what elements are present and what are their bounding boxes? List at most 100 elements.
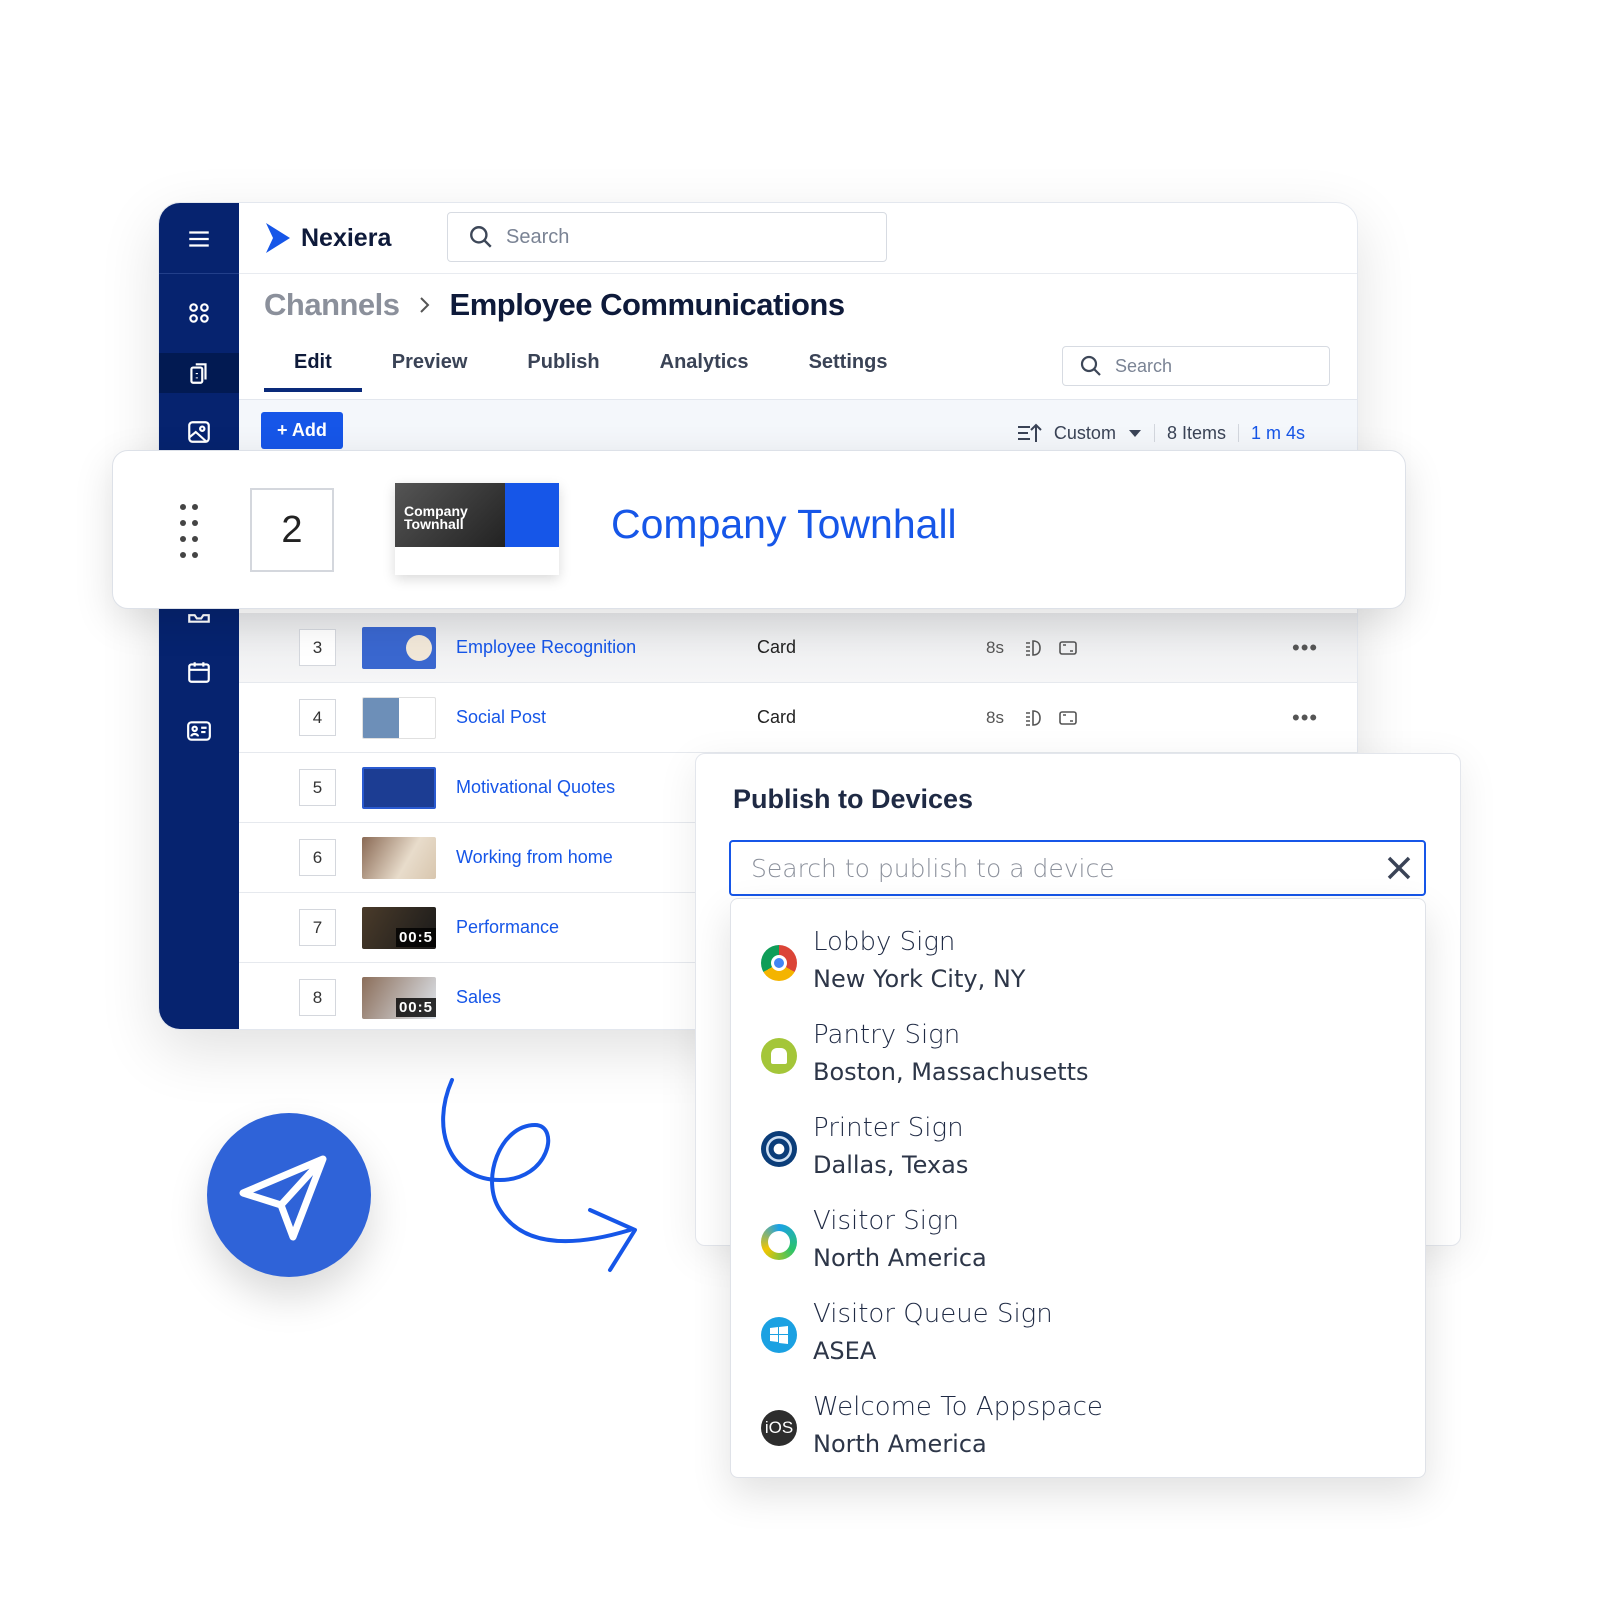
device-name: Lobby Sign (813, 927, 956, 957)
row-index: 4 (299, 699, 336, 736)
tab-publish[interactable]: Publish (497, 351, 629, 392)
device-location: ASEA (813, 1337, 877, 1365)
device-option[interactable]: Visitor Sign North America (731, 1198, 1425, 1291)
tab-settings[interactable]: Settings (779, 351, 918, 392)
device-option[interactable]: Printer Sign Dallas, Texas (731, 1105, 1425, 1198)
send-icon (239, 1155, 327, 1241)
device-name: Welcome To Appspace (813, 1392, 1103, 1422)
row-title[interactable]: Working from home (456, 847, 613, 868)
page-title: Employee Communications (449, 287, 846, 322)
android-icon (761, 1038, 797, 1074)
send-button[interactable] (207, 1113, 371, 1277)
more-options-icon[interactable]: ••• (1292, 635, 1318, 661)
sort-icon[interactable] (1016, 422, 1042, 444)
items-search-input[interactable]: Search (1062, 346, 1330, 386)
row-title[interactable]: Employee Recognition (456, 637, 636, 658)
chrome-icon (761, 945, 797, 981)
search-placeholder: Search to publish to a device (751, 853, 1115, 883)
row-index: 8 (299, 979, 336, 1016)
drag-handle-icon[interactable] (179, 503, 199, 559)
row-title[interactable]: Sales (456, 987, 501, 1008)
row-type: Card (757, 637, 797, 657)
caret-down-icon[interactable] (1128, 428, 1142, 438)
device-name: Visitor Sign (813, 1206, 960, 1236)
item-index: 2 (250, 488, 334, 572)
close-icon[interactable] (1386, 855, 1412, 881)
breadcrumb: Channels Employee Communications (264, 287, 845, 323)
device-location: North America (813, 1244, 987, 1272)
device-option[interactable]: Pantry Sign Boston, Massachusetts (731, 1012, 1425, 1105)
dragged-item-card[interactable]: 2 Company Townhall Company Townhall (112, 450, 1406, 609)
device-search-input[interactable]: Search to publish to a device (729, 840, 1426, 896)
table-row[interactable]: 4 Social Post Card 8s ••• (239, 683, 1357, 753)
chevron-right-icon (419, 297, 429, 313)
sidebar (159, 203, 239, 1029)
row-duration: 8s (986, 637, 1004, 657)
sort-dropdown[interactable]: Custom (1054, 423, 1116, 444)
row-thumbnail (362, 696, 436, 739)
calendar-icon[interactable] (159, 652, 239, 692)
global-search-input[interactable]: Search (447, 212, 887, 262)
tab-analytics[interactable]: Analytics (630, 351, 779, 392)
apps-icon[interactable] (159, 293, 239, 333)
item-title[interactable]: Company Townhall (611, 501, 957, 548)
top-header: Nexiera Search (239, 203, 1357, 274)
device-name: Visitor Queue Sign (813, 1299, 1053, 1329)
row-thumbnail: 00:5 (362, 976, 436, 1019)
row-thumbnail (362, 766, 436, 809)
device-name: Printer Sign (813, 1113, 964, 1143)
row-index: 5 (299, 769, 336, 806)
tab-preview[interactable]: Preview (362, 351, 498, 392)
panel-title: Publish to Devices (733, 784, 974, 814)
row-title[interactable]: Motivational Quotes (456, 777, 615, 798)
windows-icon (761, 1317, 797, 1353)
search-placeholder: Search (506, 225, 570, 248)
row-title[interactable]: Social Post (456, 707, 546, 728)
aspect-ratio-icon[interactable] (1059, 639, 1077, 657)
add-button[interactable]: + Add (261, 412, 343, 449)
tizen-icon (761, 1224, 797, 1260)
device-location: Dallas, Texas (813, 1151, 969, 1179)
row-index: 3 (299, 629, 336, 666)
tab-bar: Edit Preview Publish Analytics Settings (264, 351, 917, 392)
total-duration: 1 m 4s (1250, 422, 1305, 443)
device-option[interactable]: iOS Welcome To Appspace North America (731, 1384, 1425, 1477)
row-thumbnail (362, 836, 436, 879)
row-title[interactable]: Performance (456, 917, 559, 938)
logo-icon (266, 223, 290, 253)
row-index: 7 (299, 909, 336, 946)
transition-icon[interactable] (1024, 639, 1042, 657)
ios-icon: iOS (761, 1410, 797, 1446)
app-name: Nexiera (301, 223, 392, 252)
curved-arrow-icon (441, 1078, 637, 1272)
menu-icon[interactable] (159, 219, 239, 259)
device-option[interactable]: Visitor Queue Sign ASEA (731, 1291, 1425, 1384)
device-location: Boston, Massachusetts (813, 1058, 1089, 1086)
row-thumbnail: 00:5 (362, 906, 436, 949)
device-location: New York City, NY (813, 965, 1026, 993)
search-icon (470, 226, 492, 248)
item-thumbnail: Company Townhall (395, 483, 559, 575)
id-card-icon[interactable] (159, 711, 239, 751)
logo[interactable]: Nexiera (263, 221, 391, 255)
device-dropdown: Lobby Sign New York City, NY Pantry Sign… (730, 898, 1426, 1478)
toolbar: + Add Custom 8 Items 1 m 4s (239, 399, 1357, 452)
row-duration: 8s (986, 707, 1004, 727)
channels-icon[interactable] (159, 353, 239, 393)
aspect-ratio-icon[interactable] (1059, 709, 1077, 727)
breadcrumb-parent[interactable]: Channels (264, 287, 400, 323)
tab-edit[interactable]: Edit (264, 351, 362, 392)
video-duration: 00:5 (395, 927, 436, 947)
device-option[interactable]: Lobby Sign New York City, NY (731, 919, 1425, 1012)
row-thumbnail (362, 626, 436, 669)
row-index: 6 (299, 839, 336, 876)
row-type: Card (757, 707, 797, 727)
more-options-icon[interactable]: ••• (1292, 705, 1318, 731)
search-icon (1080, 355, 1101, 376)
device-name: Pantry Sign (813, 1020, 961, 1050)
transition-icon[interactable] (1024, 709, 1042, 727)
thumbnail-title: Company Townhall (404, 503, 468, 532)
table-row[interactable]: 3 Employee Recognition Card 8s ••• (239, 613, 1357, 683)
media-icon[interactable] (159, 412, 239, 452)
search-placeholder: Search (1115, 355, 1173, 376)
